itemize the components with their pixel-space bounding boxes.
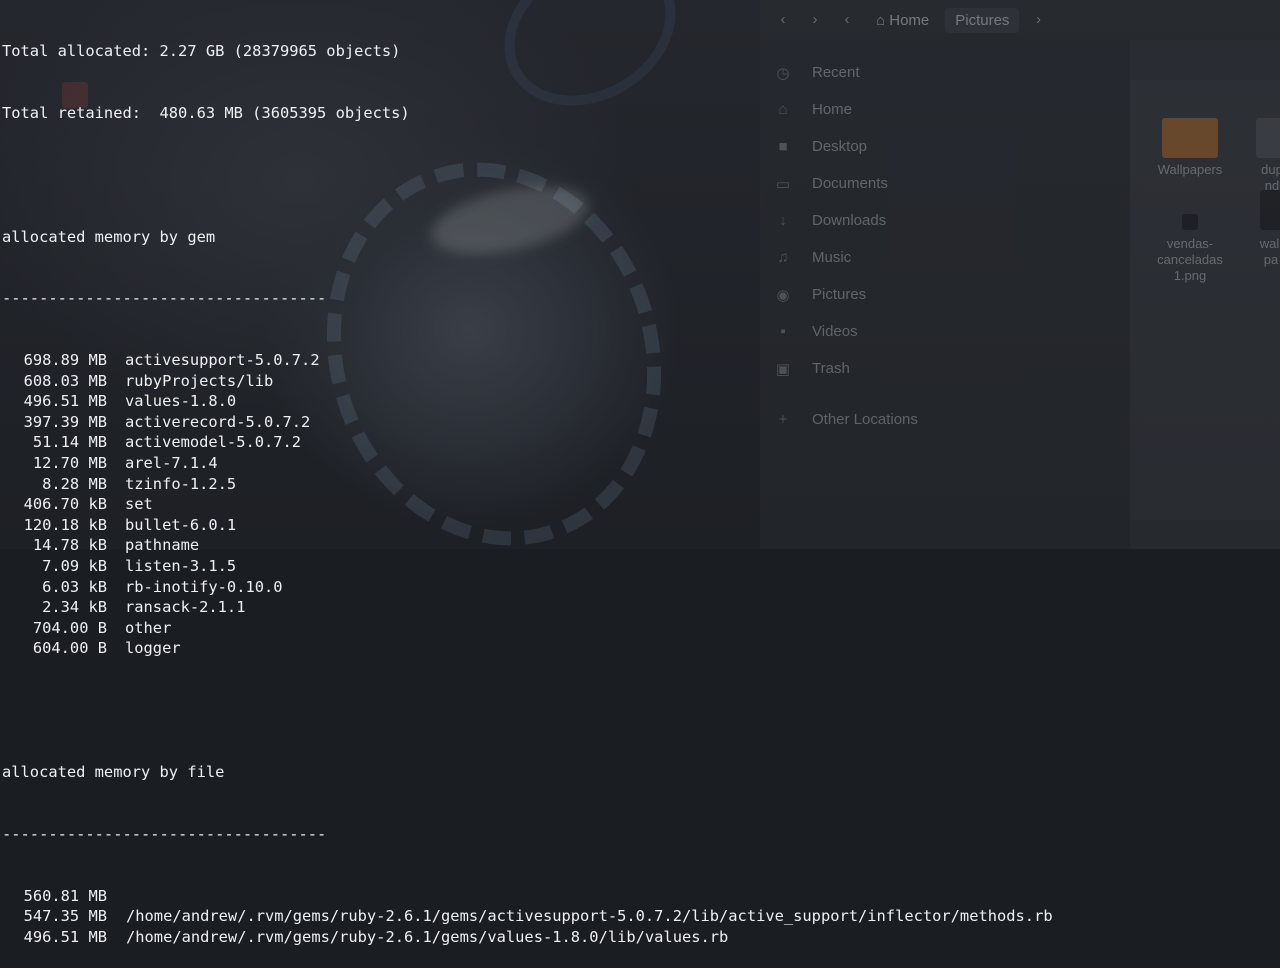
gem-row: 2.34 kB ransack-2.1.1 xyxy=(0,597,1280,618)
gem-name: activesupport-5.0.7.2 xyxy=(125,351,320,370)
total-retained-line: Total retained: 480.63 MB (3605395 objec… xyxy=(2,103,410,122)
gem-section-heading: allocated memory by gem xyxy=(2,227,216,246)
gem-name: pathname xyxy=(125,536,200,555)
gem-size: 6.03 kB xyxy=(42,577,107,596)
gem-row: 406.70 kB set xyxy=(0,494,1280,515)
gem-row: 496.51 MB values-1.8.0 xyxy=(0,391,1280,412)
gem-name: activemodel-5.0.7.2 xyxy=(125,433,302,452)
gem-size: 8.28 MB xyxy=(42,474,107,493)
file-path: /home/andrew/.rvm/gems/ruby-2.6.1/gems/a… xyxy=(126,907,1053,926)
gem-size: 608.03 MB xyxy=(23,371,107,390)
gem-row: 6.03 kB rb-inotify-0.10.0 xyxy=(0,577,1280,598)
file-memory-list: 560.81 MB 547.35 MB/home/andrew/.rvm/gems… xyxy=(0,886,1280,948)
gem-size: 698.89 MB xyxy=(23,351,107,370)
gem-name: arel-7.1.4 xyxy=(125,454,218,473)
gem-row: 704.00 B other xyxy=(0,618,1280,639)
gem-row: 12.70 MB arel-7.1.4 xyxy=(0,453,1280,474)
gem-size: 7.09 kB xyxy=(42,557,107,576)
gem-size: 14.78 kB xyxy=(32,536,107,555)
gem-name: other xyxy=(125,618,172,637)
gem-row: 51.14 MB activemodel-5.0.7.2 xyxy=(0,432,1280,453)
file-section-rule: ----------------------------------- xyxy=(2,824,327,843)
total-allocated-line: Total allocated: 2.27 GB (28379965 objec… xyxy=(2,42,401,61)
gem-row: 698.89 MB activesupport-5.0.7.2 xyxy=(0,350,1280,371)
terminal-output: Total allocated: 2.27 GB (28379965 objec… xyxy=(0,0,1280,946)
file-row: 496.51 MB/home/andrew/.rvm/gems/ruby-2.6… xyxy=(0,927,1280,948)
gem-name: tzinfo-1.2.5 xyxy=(125,474,237,493)
gem-row: 397.39 MB activerecord-5.0.7.2 xyxy=(0,412,1280,433)
file-path xyxy=(107,886,126,907)
file-path: /home/andrew/.rvm/gems/ruby-2.6.1/gems/v… xyxy=(126,927,729,946)
file-row: 547.35 MB/home/andrew/.rvm/gems/ruby-2.6… xyxy=(0,906,1280,927)
gem-row: 7.09 kB listen-3.1.5 xyxy=(0,556,1280,577)
gem-name: activerecord-5.0.7.2 xyxy=(125,412,311,431)
gem-row: 8.28 MB tzinfo-1.2.5 xyxy=(0,474,1280,495)
gem-name: rubyProjects/lib xyxy=(125,371,274,390)
file-row: 560.81 MB xyxy=(0,886,1280,907)
gem-size: 704.00 B xyxy=(32,618,107,637)
gem-size: 604.00 B xyxy=(32,639,107,658)
file-size: 547.35 MB xyxy=(23,907,107,926)
gem-row: 14.78 kB pathname xyxy=(0,535,1280,556)
file-size: 560.81 MB xyxy=(23,886,107,905)
gem-size: 397.39 MB xyxy=(23,412,107,431)
file-section-heading: allocated memory by file xyxy=(2,762,225,781)
gem-size: 496.51 MB xyxy=(23,392,107,411)
gem-name: logger xyxy=(125,639,181,658)
gem-name: set xyxy=(125,495,153,514)
file-size: 496.51 MB xyxy=(23,927,107,946)
gem-row: 604.00 B logger xyxy=(0,638,1280,659)
gem-name: values-1.8.0 xyxy=(125,392,237,411)
gem-size: 12.70 MB xyxy=(32,454,107,473)
gem-size: 120.18 kB xyxy=(23,515,107,534)
gem-row: 120.18 kB bullet-6.0.1 xyxy=(0,515,1280,536)
gem-section-rule: ----------------------------------- xyxy=(2,289,327,308)
gem-name: listen-3.1.5 xyxy=(125,557,237,576)
gem-name: rb-inotify-0.10.0 xyxy=(125,577,283,596)
gem-row: 608.03 MB rubyProjects/lib xyxy=(0,371,1280,392)
gem-size: 51.14 MB xyxy=(32,433,107,452)
gem-name: ransack-2.1.1 xyxy=(125,598,246,617)
gem-name: bullet-6.0.1 xyxy=(125,515,237,534)
gem-memory-list: 698.89 MB activesupport-5.0.7.2 608.03 MB r… xyxy=(0,350,1280,659)
gem-size: 406.70 kB xyxy=(23,495,107,514)
gem-size: 2.34 kB xyxy=(42,598,107,617)
